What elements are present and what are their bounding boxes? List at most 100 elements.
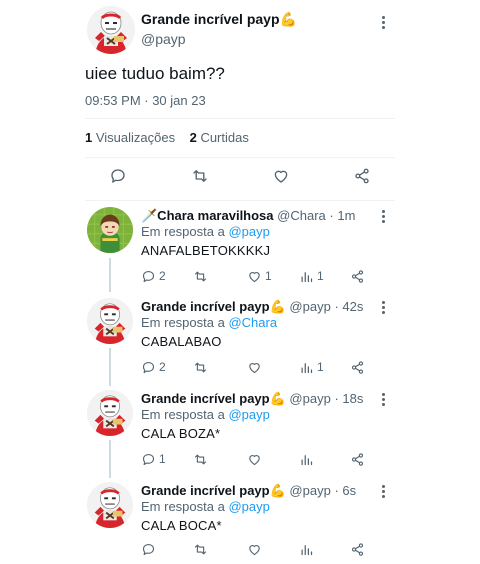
author-handle[interactable]: @payp (141, 31, 186, 47)
replying-to-link[interactable]: @payp (228, 499, 269, 514)
retweet-icon[interactable] (189, 165, 211, 187)
replying-to-link[interactable]: @payp (228, 407, 269, 422)
reply-button[interactable]: 2 (141, 267, 166, 285)
replying-to-link[interactable]: @Chara (228, 315, 277, 330)
views-button[interactable] (299, 540, 317, 558)
reply-text: CALA BOCA* (141, 518, 222, 533)
like-icon (247, 452, 262, 467)
avatar[interactable] (87, 207, 133, 253)
replying-to: Em resposta a @payp (141, 499, 270, 514)
replying-to-label: Em resposta a (141, 499, 225, 514)
reply-count: 2 (159, 269, 166, 283)
share-icon (350, 542, 365, 557)
thread-line (109, 440, 111, 478)
like-icon (247, 269, 262, 284)
tweet-stats: 1 Visualizações 2 Curtidas (85, 130, 249, 145)
reply-time[interactable]: 6s (342, 483, 356, 498)
like-button[interactable] (247, 450, 265, 468)
share-button[interactable] (350, 540, 365, 558)
share-icon (350, 452, 365, 467)
thread-line (109, 258, 111, 292)
views-count: 1 (85, 130, 93, 145)
reply-button[interactable]: 2 (141, 358, 166, 376)
likes-label[interactable]: Curtidas (200, 130, 248, 145)
reply-text: CALA BOZA* (141, 426, 221, 441)
share-button[interactable] (350, 358, 365, 376)
thread-line (109, 348, 111, 386)
reply-author-handle[interactable]: @Chara (277, 208, 326, 223)
share-icon (350, 269, 365, 284)
share-icon (350, 360, 365, 375)
tweet-detail-page: Grande incrível payp💪 @payp uiee tuduo b… (75, 0, 395, 564)
reply-text: ANAFALBETOKKKKJ (141, 243, 271, 258)
retweet-icon (193, 269, 208, 284)
reply-count: 1 (159, 452, 166, 466)
reply-icon (141, 360, 156, 375)
author-name[interactable]: Grande incrível payp💪 (141, 11, 297, 28)
retweet-icon (193, 360, 208, 375)
like-icon (247, 360, 262, 375)
reply-time[interactable]: 18s (342, 391, 363, 406)
divider (85, 157, 395, 158)
reply-text: CABALABAO (141, 334, 222, 349)
share-button[interactable] (350, 450, 365, 468)
stats-icon (299, 360, 314, 375)
like-button[interactable] (247, 540, 265, 558)
like-button[interactable]: 1 (247, 267, 272, 285)
retweet-button[interactable] (193, 450, 211, 468)
likes-count: 2 (189, 130, 197, 145)
like-icon (247, 542, 262, 557)
avatar[interactable] (87, 482, 133, 528)
retweet-button[interactable] (193, 267, 211, 285)
replying-to-link[interactable]: @payp (228, 224, 269, 239)
reply-button[interactable] (141, 540, 159, 558)
more-options-icon[interactable] (375, 390, 391, 408)
like-button[interactable] (247, 358, 265, 376)
share-button[interactable] (350, 267, 365, 285)
reply-time[interactable]: 42s (342, 299, 363, 314)
divider (85, 200, 395, 201)
avatar[interactable] (87, 390, 133, 436)
tweet-actions (75, 165, 395, 193)
reply-icon (141, 452, 156, 467)
like-count: 1 (265, 269, 272, 283)
reply-author-name[interactable]: Grande incrível payp💪 (141, 483, 286, 498)
reply-icon[interactable] (107, 165, 129, 187)
like-icon[interactable] (270, 165, 292, 187)
replying-to: Em resposta a @Chara (141, 315, 277, 330)
stats-icon (299, 542, 314, 557)
reply-author-name[interactable]: 🗡️Chara maravilhosa (141, 208, 274, 223)
views-label[interactable]: Visualizações (96, 130, 175, 145)
stats-icon (299, 452, 314, 467)
reply-icon (141, 542, 156, 557)
replying-to-label: Em resposta a (141, 224, 225, 239)
views-button[interactable]: 1 (299, 358, 324, 376)
reply-author-handle[interactable]: @payp (289, 299, 330, 314)
reply-author-name[interactable]: Grande incrível payp💪 (141, 299, 286, 314)
view-count: 1 (317, 360, 324, 374)
reply-button[interactable]: 1 (141, 450, 166, 468)
views-button[interactable]: 1 (299, 267, 324, 285)
stats-icon (299, 269, 314, 284)
more-options-icon[interactable] (375, 13, 391, 31)
avatar[interactable] (87, 298, 133, 344)
more-options-icon[interactable] (375, 207, 391, 225)
replying-to-label: Em resposta a (141, 315, 225, 330)
tweet-text: uiee tuduo baim?? (85, 64, 225, 83)
reply-header: 🗡️Chara maravilhosa @Chara · 1m (141, 208, 356, 223)
retweet-button[interactable] (193, 540, 211, 558)
avatar[interactable] (87, 6, 135, 54)
more-options-icon[interactable] (375, 482, 391, 500)
retweet-button[interactable] (193, 358, 211, 376)
retweet-icon (193, 542, 208, 557)
share-icon[interactable] (351, 165, 373, 187)
reply-author-handle[interactable]: @payp (289, 483, 330, 498)
reply-author-name[interactable]: Grande incrível payp💪 (141, 391, 286, 406)
reply-header: Grande incrível payp💪 @payp · 6s (141, 483, 357, 498)
reply-time[interactable]: 1m (337, 208, 355, 223)
tweet-timestamp[interactable]: 09:53 PM · 30 jan 23 (85, 93, 206, 108)
replying-to-label: Em resposta a (141, 407, 225, 422)
views-button[interactable] (299, 450, 317, 468)
reply-author-handle[interactable]: @payp (289, 391, 330, 406)
more-options-icon[interactable] (375, 298, 391, 316)
